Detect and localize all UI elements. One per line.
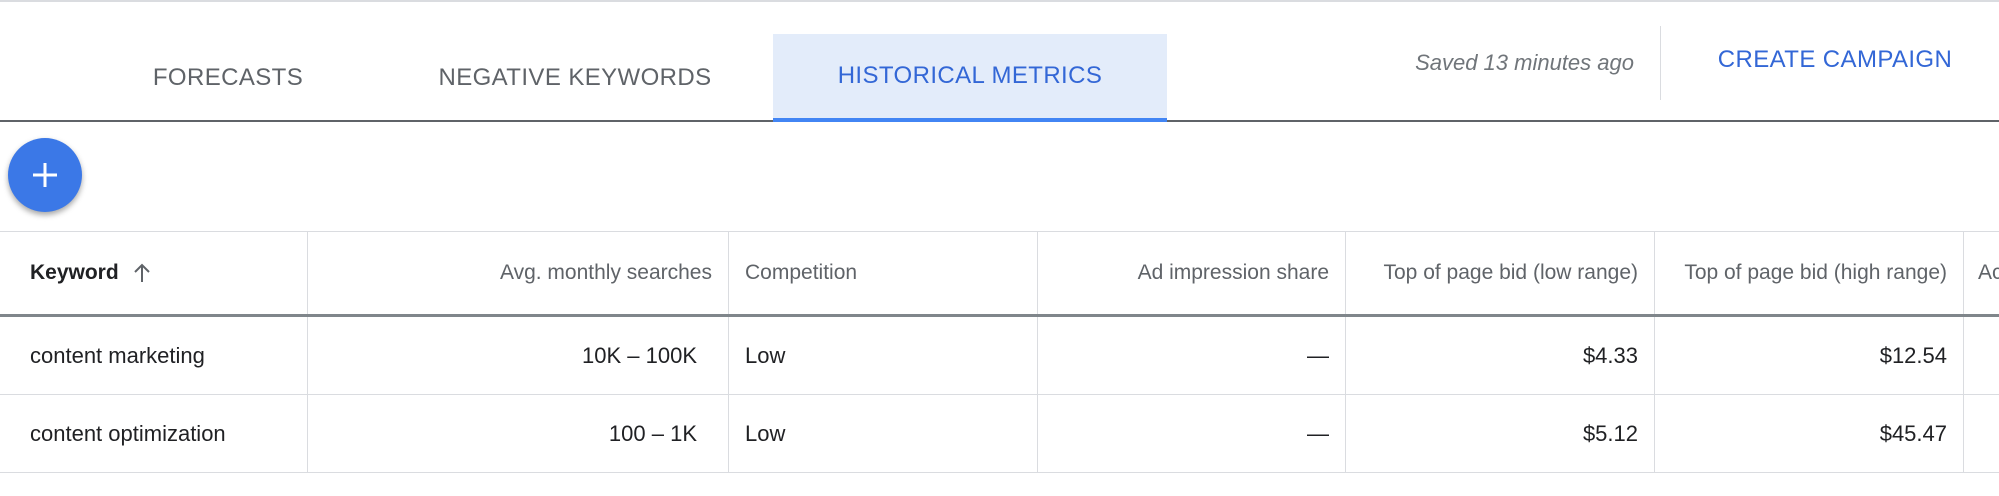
cell-ad-impression-share: — — [1038, 395, 1346, 472]
tab-forecasts[interactable]: FORECASTS — [118, 34, 338, 122]
cell-top-bid-low: $5.12 — [1346, 395, 1655, 472]
cell-top-bid-high: $45.47 — [1655, 395, 1964, 472]
plus-icon — [33, 163, 57, 187]
create-campaign-button[interactable]: CREATE CAMPAIGN — [1700, 46, 1970, 74]
tab-bar: FORECASTS NEGATIVE KEYWORDS HISTORICAL M… — [0, 2, 1999, 122]
cell-competition: Low — [729, 317, 1038, 394]
header-ad-impression-share[interactable]: Ad impression share — [1038, 232, 1346, 314]
header-competition[interactable]: Competition — [729, 232, 1038, 314]
cell-competition: Low — [729, 395, 1038, 472]
table-row: content optimization 100 – 1K Low — $5.1… — [0, 395, 1999, 473]
cell-top-bid-low: $4.33 — [1346, 317, 1655, 394]
tab-historical-metrics[interactable]: HISTORICAL METRICS — [773, 34, 1167, 122]
keyword-table: Keyword Avg. monthly searches Competitio… — [0, 231, 1999, 476]
header-keyword-label: Keyword — [30, 261, 119, 284]
arrow-up-icon[interactable] — [133, 263, 151, 283]
cell-ad-impression-share: — — [1038, 317, 1346, 394]
header-top-bid-low[interactable]: Top of page bid (low range) — [1346, 232, 1655, 314]
toolbar-divider — [1660, 26, 1661, 100]
header-keyword[interactable]: Keyword — [0, 232, 308, 314]
cell-keyword: content marketing — [0, 317, 308, 394]
table-header-row: Keyword Avg. monthly searches Competitio… — [0, 232, 1999, 317]
cell-avg-monthly-searches: 10K – 100K — [308, 317, 729, 394]
cell-top-bid-high: $12.54 — [1655, 317, 1964, 394]
add-keyword-button[interactable] — [8, 138, 82, 212]
header-next-column[interactable]: Ac — [1964, 232, 1999, 314]
saved-status: Saved 13 minutes ago — [1415, 50, 1634, 75]
tab-negative-keywords[interactable]: NEGATIVE KEYWORDS — [412, 34, 738, 122]
header-top-bid-high[interactable]: Top of page bid (high range) — [1655, 232, 1964, 314]
table-row: content marketing 10K – 100K Low — $4.33… — [0, 317, 1999, 395]
cell-keyword: content optimization — [0, 395, 308, 472]
cell-avg-monthly-searches: 100 – 1K — [308, 395, 729, 472]
header-avg-monthly-searches[interactable]: Avg. monthly searches — [308, 232, 729, 314]
